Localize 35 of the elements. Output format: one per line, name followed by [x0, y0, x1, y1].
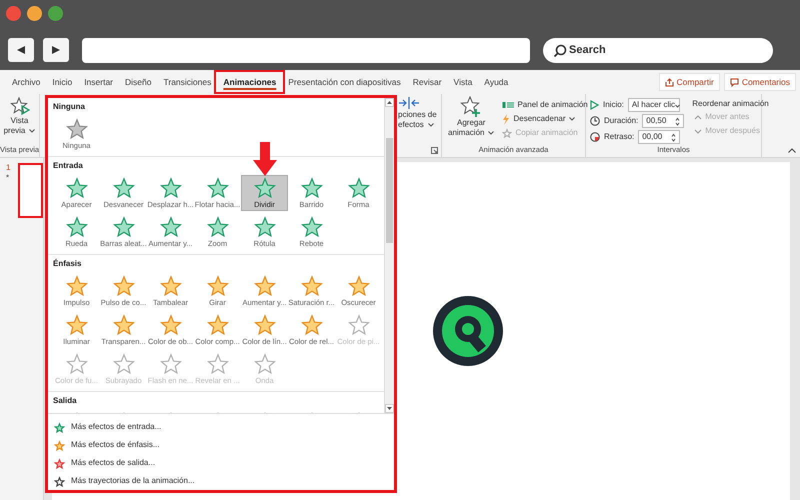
ribbon-tab[interactable]: Insertar: [78, 72, 120, 92]
ribbon-tab[interactable]: Transiciones: [157, 72, 218, 92]
section-title: Salida: [53, 395, 78, 407]
ribbon-tab[interactable]: Ayuda: [478, 72, 514, 92]
section-title: Entrada: [53, 160, 84, 172]
spin-field[interactable]: 00,00: [638, 130, 680, 144]
section-title: Ninguna: [53, 101, 86, 113]
ribbon-tab[interactable]: Presentación con diapositivas: [282, 72, 407, 92]
preview-button[interactable]: Vista previa: [0, 94, 39, 144]
spin-field[interactable]: 00,50: [642, 114, 684, 128]
field-label: Duración:: [604, 115, 638, 127]
ribbon-tab[interactable]: Diseño: [119, 72, 158, 92]
search-field[interactable]: Search: [543, 38, 773, 62]
dropdown-field[interactable]: Al hacer clic: [628, 98, 680, 112]
field-label: Retraso:: [604, 131, 634, 143]
ribbon-tab[interactable]: Inicio: [46, 72, 78, 92]
slide-number: 1: [6, 162, 10, 174]
field-label: Inicio:: [603, 99, 624, 111]
animation-mark: *: [6, 172, 10, 184]
menu-item[interactable]: Más efectos de énfasis...: [48, 436, 394, 454]
group-title: Reordenar animación: [692, 98, 769, 110]
trigger-button[interactable]: Desencadenar: [500, 112, 590, 126]
ribbon-tab[interactable]: Animaciones: [217, 72, 282, 92]
menu-item[interactable]: Más efectos de entrada...: [48, 418, 394, 436]
ribbon-tab[interactable]: Archivo: [6, 72, 46, 92]
ribbon-tab[interactable]: Revisar: [406, 72, 448, 92]
add-animation-button[interactable]: Agregar animación: [446, 94, 496, 144]
ribbon-tab[interactable]: Vista: [448, 72, 478, 92]
animation-pane-button[interactable]: Panel de animación: [500, 98, 590, 112]
menu-item[interactable]: Más trayectorias de la animación...: [48, 472, 394, 490]
comments-button[interactable]: Comentarios: [724, 72, 796, 92]
share-button[interactable]: Compartir: [658, 72, 720, 92]
section-title: Énfasis: [53, 258, 82, 270]
menu-item[interactable]: Más efectos de salida...: [48, 454, 394, 472]
effect-options-button[interactable]: pciones de efectos: [398, 94, 441, 132]
